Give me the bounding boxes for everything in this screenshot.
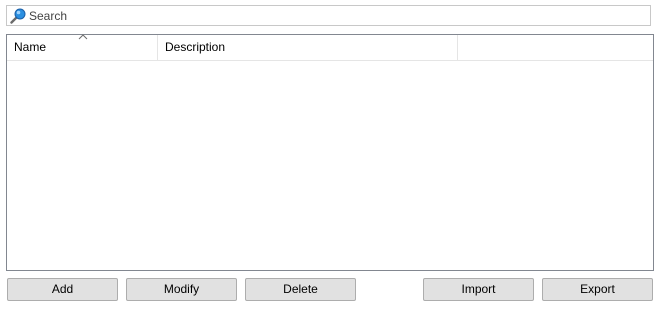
column-header-name-label: Name (14, 40, 47, 54)
column-header-description-label: Description (165, 40, 226, 54)
export-button[interactable]: Export (542, 278, 653, 301)
list-header: Name Description (7, 34, 653, 61)
import-button[interactable]: Import (423, 278, 534, 301)
add-button[interactable]: Add (7, 278, 118, 301)
items-list[interactable]: Name Description (6, 34, 654, 271)
sort-ascending-icon (78, 34, 88, 40)
search-box[interactable] (6, 5, 651, 26)
delete-button[interactable]: Delete (245, 278, 356, 301)
column-header-description[interactable]: Description (158, 35, 458, 60)
column-header-name[interactable]: Name (7, 34, 158, 60)
modify-button[interactable]: Modify (126, 278, 237, 301)
search-icon (10, 8, 26, 24)
search-input[interactable] (29, 8, 629, 23)
